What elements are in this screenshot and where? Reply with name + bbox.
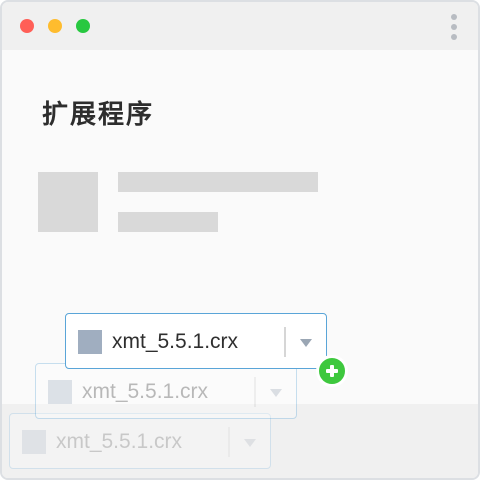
minimize-window-button[interactable] [48, 19, 62, 33]
maximize-window-button[interactable] [76, 19, 90, 33]
dragged-file-ghost: xmt_5.5.1.crx [35, 363, 297, 419]
file-name: xmt_5.5.1.crx [112, 330, 239, 353]
dragged-file-chip[interactable]: xmt_5.5.1.crx [65, 313, 327, 369]
chip-divider [284, 327, 286, 357]
chip-divider [228, 427, 230, 457]
chevron-down-icon [270, 389, 282, 397]
file-icon [22, 430, 46, 454]
more-vertical-icon[interactable] [450, 14, 458, 42]
file-name: xmt_5.5.1.crx [82, 380, 209, 403]
extension-icon-placeholder [38, 172, 98, 232]
chip-divider [254, 377, 256, 407]
file-icon [48, 380, 72, 404]
title-bar [2, 2, 478, 50]
close-window-button[interactable] [20, 19, 34, 33]
extension-desc-placeholder [118, 212, 218, 232]
extension-name-placeholder [118, 172, 318, 192]
page-title: 扩展程序 [42, 100, 155, 130]
file-name: xmt_5.5.1.crx [56, 430, 183, 453]
dragged-file-ghost: xmt_5.5.1.crx [9, 413, 271, 469]
file-icon [78, 330, 102, 354]
add-plus-icon [316, 355, 348, 387]
chevron-down-icon[interactable] [300, 339, 312, 347]
chevron-down-icon [244, 439, 256, 447]
